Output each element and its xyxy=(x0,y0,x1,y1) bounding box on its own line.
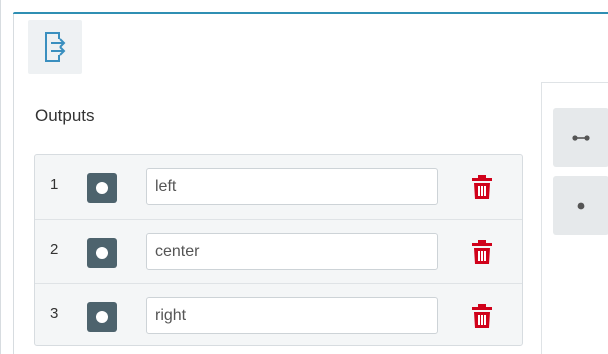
output-index: 2 xyxy=(50,241,59,258)
output-color-button[interactable] xyxy=(87,302,117,332)
trash-icon xyxy=(472,304,492,328)
output-label-input[interactable] xyxy=(146,297,438,334)
color-dot-icon xyxy=(96,182,108,194)
output-label-input[interactable] xyxy=(146,233,438,270)
output-row: 1 xyxy=(35,155,522,219)
delete-button[interactable] xyxy=(469,237,495,267)
trash-icon xyxy=(472,240,492,264)
dot-button[interactable] xyxy=(553,176,608,235)
dot-icon xyxy=(577,202,585,209)
outputs-list: 1 2 xyxy=(34,154,523,346)
trash-icon xyxy=(472,175,492,199)
output-color-button[interactable] xyxy=(87,173,117,203)
editor-window: Outputs 1 left 2 center 3 right xyxy=(0,0,608,354)
output-color-button[interactable] xyxy=(87,238,117,268)
output-index: 3 xyxy=(50,305,59,322)
color-dot-icon xyxy=(96,247,108,259)
header-bar xyxy=(13,14,608,83)
output-row: 3 xyxy=(35,283,522,347)
delete-button[interactable] xyxy=(469,172,495,202)
side-toolbar xyxy=(542,82,608,354)
output-icon xyxy=(45,32,66,62)
outputs-panel: Outputs 1 left 2 center 3 right xyxy=(13,82,542,354)
output-index: 1 xyxy=(50,176,59,193)
output-label-input[interactable] xyxy=(146,168,438,205)
connector-button[interactable] xyxy=(553,108,608,167)
output-row: 2 xyxy=(35,219,522,283)
output-button[interactable] xyxy=(28,20,82,74)
color-dot-icon xyxy=(96,311,108,323)
outputs-title: Outputs xyxy=(35,106,95,125)
connector-icon xyxy=(572,134,590,141)
delete-button[interactable] xyxy=(469,301,495,331)
